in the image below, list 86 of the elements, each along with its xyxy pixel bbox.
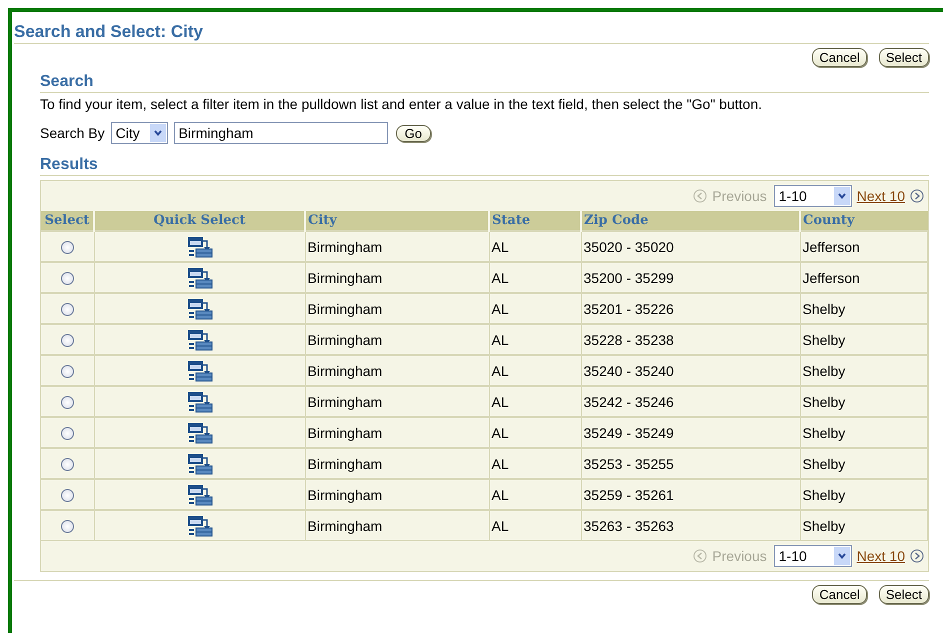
filter-dropdown[interactable]: City [110,122,168,144]
radio-button[interactable] [60,334,74,348]
column-header: Select [41,211,94,231]
range-dropdown[interactable]: 1-10 [774,545,852,567]
table-cell: AL [489,386,581,417]
table-cell: AL [489,262,581,293]
table-cell: Birmingham [305,293,489,324]
table-cell: AL [489,355,581,386]
radio-button[interactable] [60,396,74,410]
table-cell: Birmingham [305,262,489,293]
radio-button[interactable] [60,272,74,286]
table-cell: AL [489,448,581,479]
table-cell: 35240 - 35240 [581,355,800,386]
radio-button[interactable] [60,241,74,254]
select-button[interactable]: Select [878,585,929,604]
select-button[interactable]: Select [878,48,929,67]
quick-select-icon[interactable] [186,484,212,506]
radio-button[interactable] [60,489,74,502]
radio-button[interactable] [60,427,74,440]
column-header: Zip Code [581,211,800,231]
column-header: Quick Select [94,211,305,231]
search-by-label: Search By [40,125,105,141]
cancel-button[interactable]: Cancel [812,585,867,604]
table-cell: Shelby [800,448,928,479]
table-cell: Birmingham [305,510,489,540]
column-header: State [489,211,581,231]
quick-select-icon[interactable] [186,422,212,444]
column-header: County [800,211,928,231]
instructions-text: To find your item, select a filter item in the pulldown list and enter a value in the text field, then select the "Go" button. [40,96,763,112]
section-heading: Search [40,73,929,93]
quick-select-icon[interactable] [186,360,212,382]
table-cell: 35228 - 35238 [581,324,800,355]
table-cell: Shelby [800,355,928,386]
table-cell: Shelby [800,510,928,540]
table-cell: Jefferson [800,262,928,293]
table-cell: 35263 - 35263 [581,510,800,540]
range-dropdown[interactable]: 1-10 [774,185,852,207]
column-header: City [305,211,489,231]
previous-icon [693,549,708,563]
radio-button[interactable] [60,303,74,316]
table-cell: Birmingham [305,355,489,386]
table-cell: AL [489,293,581,324]
table-cell: Shelby [800,293,928,324]
quick-select-icon[interactable] [186,514,212,536]
next-link[interactable]: Next 10 [856,188,905,204]
table-cell: 35259 - 35261 [581,479,800,510]
table-cell: Birmingham [305,324,489,355]
table-cell: Jefferson [800,231,928,262]
quick-select-icon[interactable] [186,328,212,350]
table-cell: Shelby [800,324,928,355]
table-cell: Birmingham [305,448,489,479]
table-cell: AL [489,510,581,540]
page-title: Search and Select: City [14,22,929,44]
table-cell: AL [489,479,581,510]
quick-select-icon[interactable] [186,452,212,474]
quick-select-icon[interactable] [186,266,212,288]
table-cell: Birmingham [305,386,489,417]
quick-select-icon[interactable] [186,390,212,412]
go-button[interactable]: Go [396,124,431,142]
next-icon[interactable] [910,189,924,203]
table-cell: Shelby [800,417,928,448]
radio-button[interactable] [60,458,74,472]
next-link[interactable]: Next 10 [856,548,905,564]
search-field[interactable]: Birmingham [174,122,388,144]
previous-icon [693,189,708,203]
quick-select-icon[interactable] [186,298,212,320]
table-cell: Birmingham [305,231,489,262]
next-icon[interactable] [910,549,924,563]
radio-button[interactable] [60,365,74,378]
table-cell: 35249 - 35249 [581,417,800,448]
table-cell: 35242 - 35246 [581,386,800,417]
table-cell: Shelby [800,479,928,510]
radio-button[interactable] [60,520,74,534]
table-cell: 35201 - 35226 [581,293,800,324]
table-cell: Shelby [800,386,928,417]
section-heading: Results [40,156,929,176]
table-cell: 35253 - 35255 [581,448,800,479]
quick-select-icon[interactable] [186,236,212,258]
table-cell: 35020 - 35020 [581,231,800,262]
cancel-button[interactable]: Cancel [812,48,867,67]
table-cell: 35200 - 35299 [581,262,800,293]
table-cell: AL [489,324,581,355]
table-cell: Birmingham [305,417,489,448]
table-cell: AL [489,231,581,262]
table-cell: Birmingham [305,479,489,510]
table-cell: AL [489,417,581,448]
